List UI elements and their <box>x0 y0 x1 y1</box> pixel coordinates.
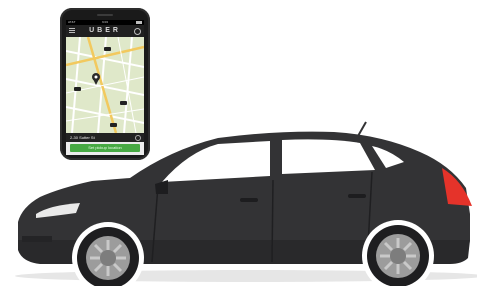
map-graphic <box>66 36 144 134</box>
app-logo: UBER <box>89 27 121 34</box>
uber-illustration: AT&T 9:03 UBER 2-30 Sutter St Set pickup… <box>0 0 477 286</box>
set-pickup-button[interactable]: Set pickup location <box>70 144 140 152</box>
map-view[interactable] <box>66 36 144 134</box>
phone-screen: AT&T 9:03 UBER 2-30 Sutter St Set pickup… <box>66 20 144 155</box>
phone-speaker <box>97 14 113 16</box>
pickup-address: 2-30 Sutter St <box>70 135 95 140</box>
close-icon[interactable] <box>135 135 141 141</box>
phone: AT&T 9:03 UBER 2-30 Sutter St Set pickup… <box>60 8 150 160</box>
pickup-panel: 2-30 Sutter St Set pickup location <box>66 133 144 155</box>
pickup-address-field[interactable]: 2-30 Sutter St <box>66 133 144 142</box>
gear-icon[interactable] <box>134 28 141 35</box>
front-door-handle <box>240 198 258 202</box>
rear-wheel <box>367 225 429 286</box>
rear-door-handle <box>348 194 366 198</box>
antenna <box>357 121 367 137</box>
app-header: UBER <box>66 25 144 37</box>
battery-icon <box>136 21 142 24</box>
